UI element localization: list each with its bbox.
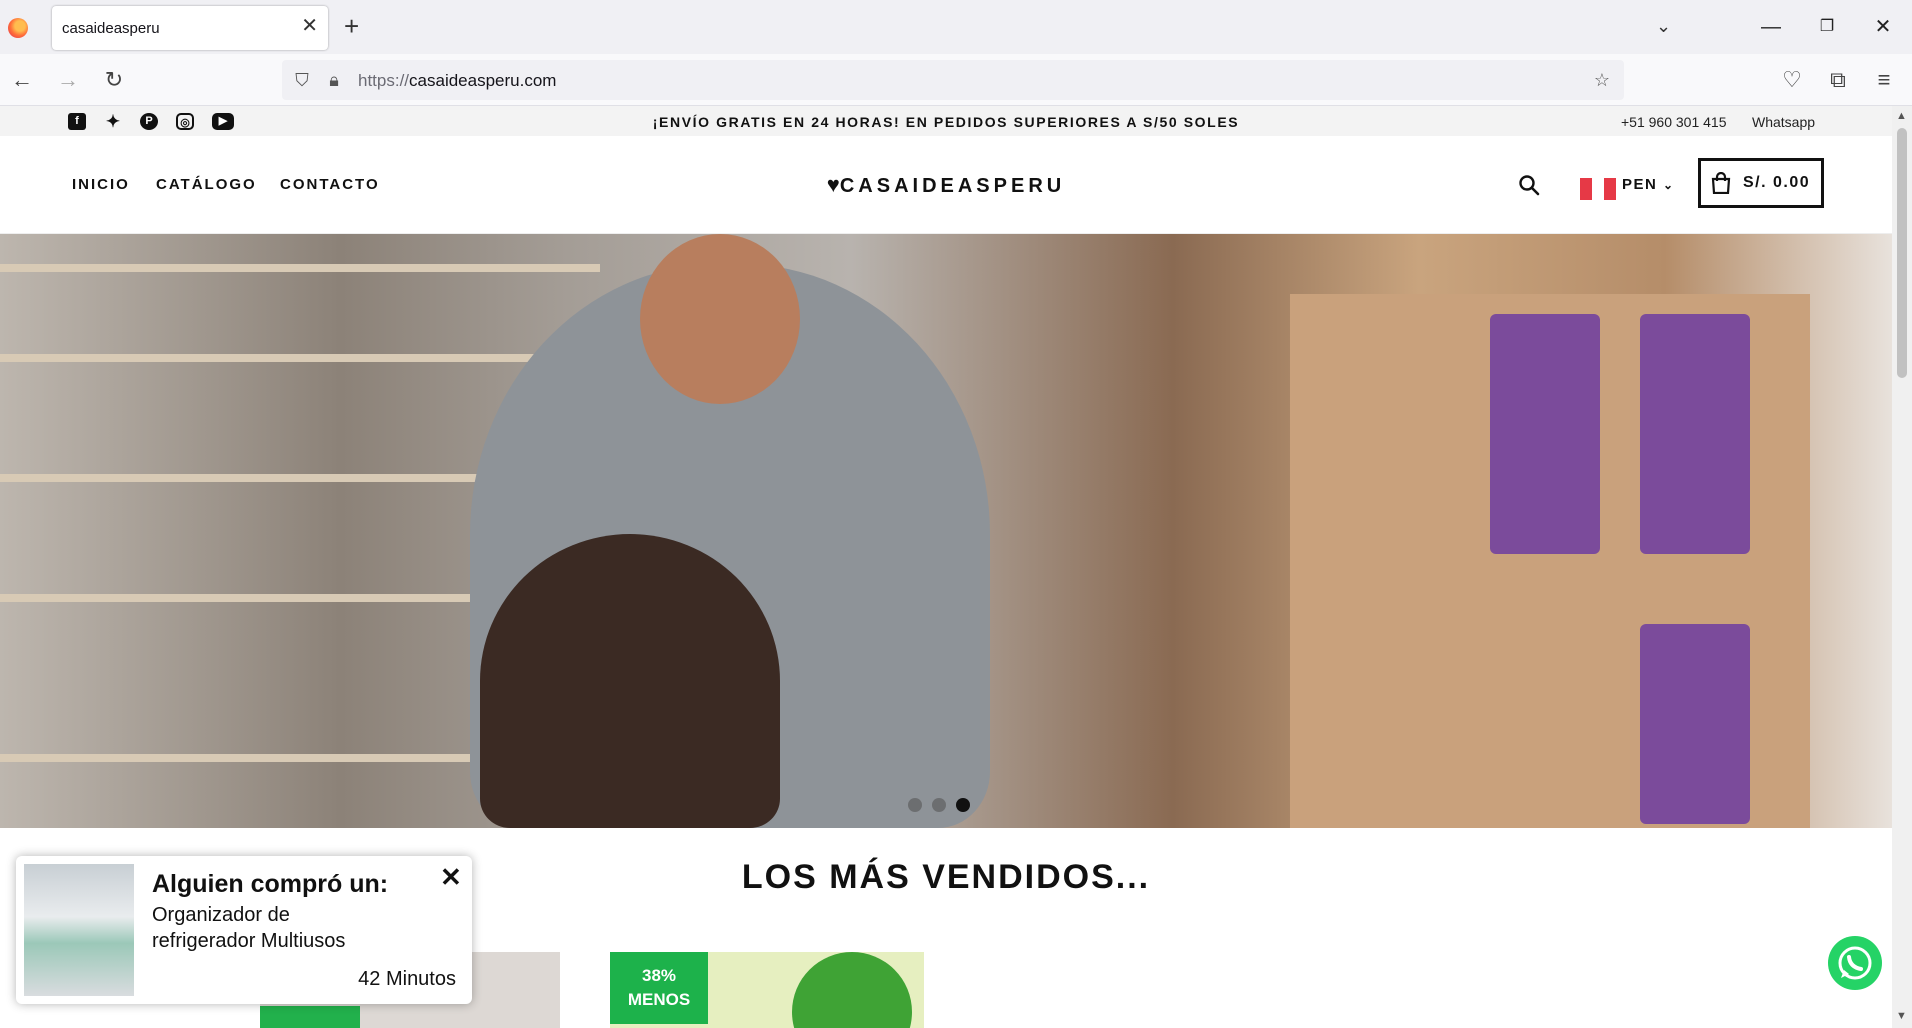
whatsapp-float-icon[interactable] [1828, 936, 1882, 990]
recent-purchase-popup[interactable]: Alguien compró un: Organizador de refrig… [16, 856, 472, 1004]
hero-slideshow[interactable] [0, 234, 1892, 828]
list-tabs-icon[interactable]: ⌄ [1656, 16, 1671, 37]
web-page: f ✦ P ◎ ▶ ¡ENVÍO GRATIS EN 24 HORAS! EN … [0, 106, 1892, 1028]
scroll-down-icon[interactable]: ▼ [1896, 1010, 1907, 1022]
phone-number[interactable]: +51 960 301 415 [1621, 114, 1727, 130]
pocket-icon[interactable]: ♡ [1778, 66, 1806, 94]
shelf [0, 594, 500, 602]
hero-dog [480, 534, 780, 828]
cart-total: S/. 0.00 [1743, 174, 1811, 191]
scrollbar-thumb[interactable] [1897, 128, 1907, 378]
url-text[interactable]: https://casaideasperu.com [358, 71, 556, 91]
browser-navigation-bar: ← → ↻ ⛉ 🔒︎ https://casaideasperu.com ☆ ♡… [0, 54, 1912, 106]
announcement-text: ¡ENVÍO GRATIS EN 24 HORAS! EN PEDIDOS SU… [652, 114, 1240, 130]
slide-dot-2[interactable] [932, 798, 946, 812]
shield-icon[interactable]: ⛉ [290, 68, 314, 92]
browser-tab[interactable]: casaideasperu ✕ [52, 6, 328, 50]
shelf [0, 354, 560, 362]
url-bar[interactable]: ⛉ 🔒︎ https://casaideasperu.com ☆ [282, 60, 1624, 100]
tab-close-icon[interactable]: ✕ [301, 16, 318, 36]
popup-close-icon[interactable]: ✕ [440, 864, 462, 890]
chevron-down-icon: ⌄ [1663, 178, 1675, 192]
shopping-bag-icon [1711, 172, 1731, 194]
heart-icon: ♥ [826, 172, 840, 197]
popup-time: 42 Minutos [358, 968, 456, 990]
extensions-icon[interactable]: ⧉ [1824, 66, 1852, 94]
reload-icon[interactable]: ↻ [100, 66, 128, 94]
shelf [0, 474, 520, 482]
slide-dot-3[interactable] [956, 798, 970, 812]
discount-badge: 38% MENOS [610, 952, 708, 1024]
hero-toy-rack [1290, 294, 1810, 828]
close-window-icon[interactable]: ✕ [1868, 12, 1898, 42]
toy-package [1490, 314, 1600, 554]
back-icon[interactable]: ← [8, 66, 36, 94]
search-icon[interactable] [1518, 174, 1540, 196]
lock-icon[interactable]: 🔒︎ [322, 68, 346, 92]
slide-dot-1[interactable] [908, 798, 922, 812]
peru-flag-icon[interactable] [1580, 178, 1616, 200]
tab-title: casaideasperu [62, 20, 160, 37]
popup-product-image [24, 864, 134, 996]
popup-title: Alguien compró un: [152, 870, 389, 898]
menu-hamburger-icon[interactable]: ≡ [1870, 66, 1898, 94]
shelf [0, 264, 600, 272]
forward-icon[interactable]: → [54, 66, 82, 94]
firefox-logo-icon [8, 18, 28, 38]
restore-icon[interactable]: ❐ [1812, 12, 1842, 42]
announcement-bar: f ✦ P ◎ ▶ ¡ENVÍO GRATIS EN 24 HORAS! EN … [0, 106, 1892, 136]
minimize-icon[interactable]: — [1756, 12, 1786, 42]
shelf [0, 754, 480, 762]
page-scrollbar[interactable]: ▲ ▼ [1892, 106, 1912, 1028]
popup-product-name[interactable]: Organizador de refrigerador Multiusos [152, 902, 392, 954]
toy-package [1640, 314, 1750, 554]
hero-person-head [640, 234, 800, 404]
bookmark-star-icon[interactable]: ☆ [1590, 68, 1614, 92]
discount-badge [260, 1006, 360, 1028]
new-tab-button[interactable]: + [344, 12, 359, 40]
site-header: INICIO CATÁLOGO CONTACTO ♥CASAIDEASPERU … [0, 136, 1892, 234]
toy-package [1640, 624, 1750, 824]
cart-button[interactable]: S/. 0.00 [1698, 158, 1824, 208]
currency-selector[interactable]: PEN ⌄ [1622, 176, 1675, 193]
scroll-up-icon[interactable]: ▲ [1896, 110, 1907, 122]
browser-tab-bar: casaideasperu ✕ + ⌄ — ❐ ✕ [0, 0, 1912, 54]
slide-indicators [908, 798, 970, 812]
whatsapp-link[interactable]: Whatsapp [1752, 114, 1815, 130]
